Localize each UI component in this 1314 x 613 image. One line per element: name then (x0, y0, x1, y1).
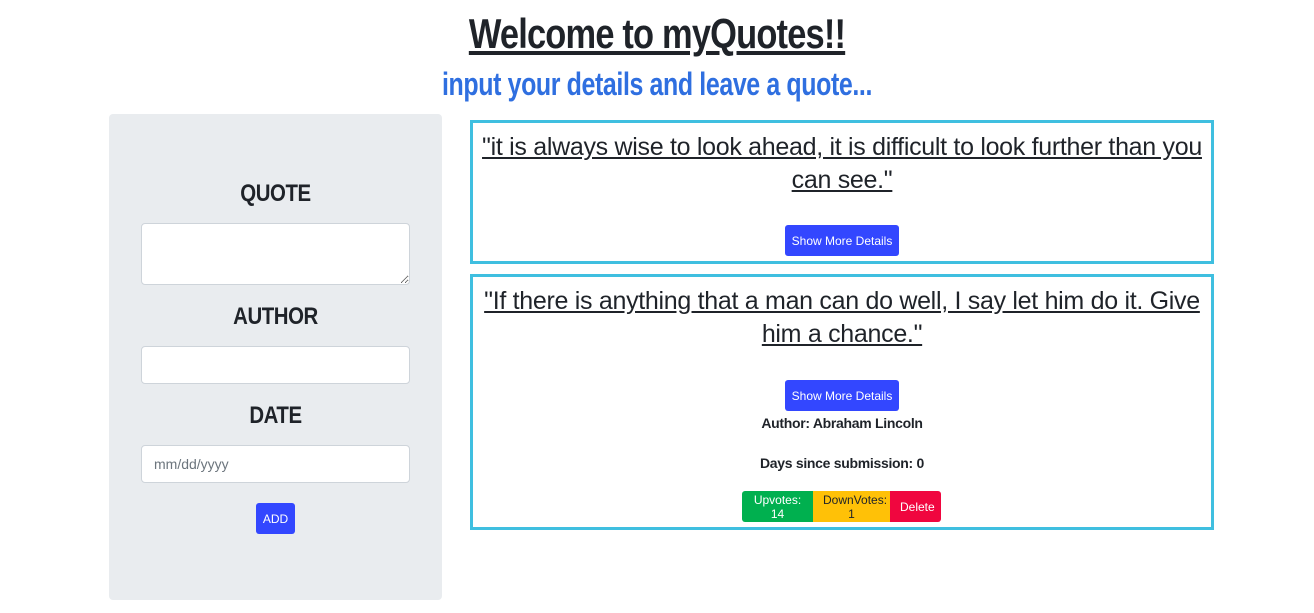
quote-text: "it is always wise to look ahead, it is … (482, 133, 1202, 194)
page-title: Welcome to myQuotes!! (468, 10, 846, 57)
page: Welcome to myQuotes!! input your details… (0, 0, 1314, 613)
quote-author: Author: Abraham Lincoln (761, 415, 923, 431)
quote-form: QUOTE AUTHOR DATE ADD (109, 114, 442, 600)
downvote-button[interactable]: DownVotes: 1 (813, 491, 890, 522)
date-label: DATE (249, 402, 302, 429)
date-input[interactable] (141, 445, 410, 483)
show-more-details-button[interactable]: Show More Details (785, 380, 899, 411)
days-since-submission: Days since submission: 0 (760, 455, 924, 471)
show-more-details-button[interactable]: Show More Details (785, 225, 899, 256)
upvote-button[interactable]: Upvotes: 14 (742, 491, 813, 522)
author-label: AUTHOR (233, 303, 318, 330)
quote-input[interactable] (141, 223, 410, 285)
page-subtitle: input your details and leave a quote... (442, 66, 872, 102)
quote-card: "If there is anything that a man can do … (470, 274, 1214, 530)
author-input[interactable] (141, 346, 410, 384)
vote-button-group: Upvotes: 14 DownVotes: 1 Delete (742, 491, 941, 522)
add-button[interactable]: ADD (256, 503, 295, 534)
quote-label: QUOTE (240, 180, 311, 207)
delete-button[interactable]: Delete (890, 491, 941, 522)
quote-card: "it is always wise to look ahead, it is … (470, 120, 1214, 264)
quote-text: "If there is anything that a man can do … (484, 287, 1200, 348)
